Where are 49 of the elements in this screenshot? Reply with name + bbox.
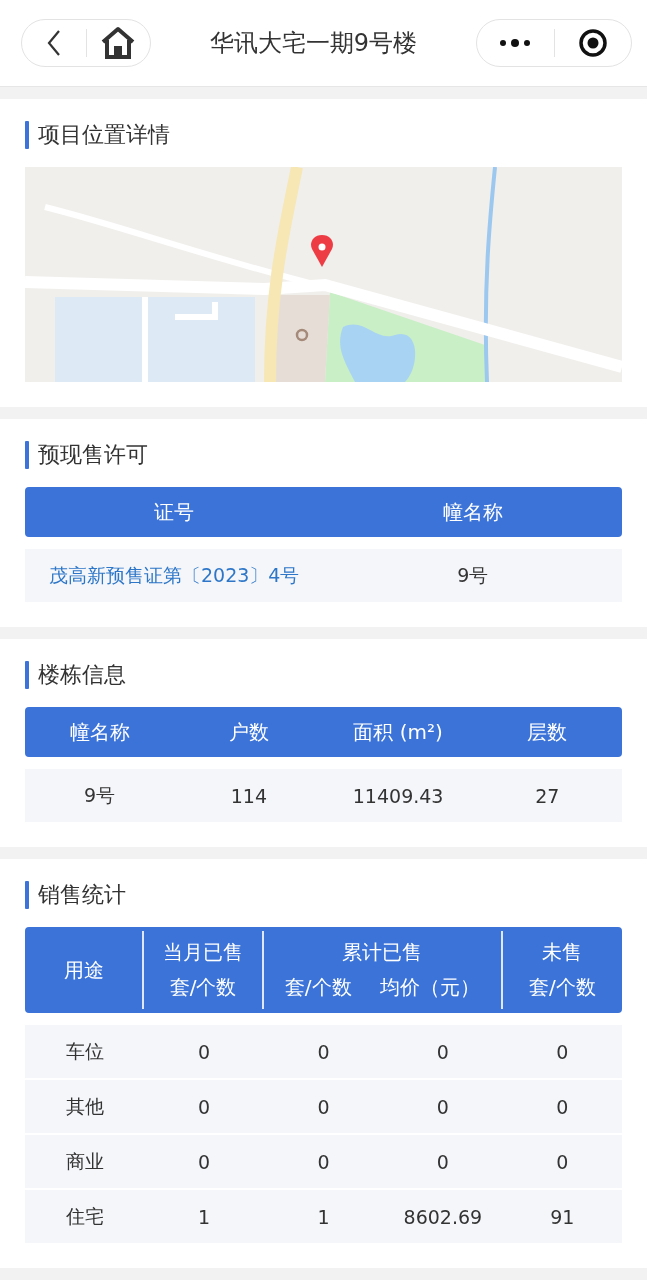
table-cell: 0 [317,1040,330,1063]
table-cell: 1 [198,1205,211,1228]
column-header: 证号 [154,498,195,526]
page-title: 华讯大宅一期9号楼 [209,28,418,59]
section-title: 项目位置详情 [38,121,170,149]
table-cell: 0 [317,1150,330,1173]
table-cell: 91 [550,1205,575,1228]
table-cell: 0 [556,1150,569,1173]
column-header: 套/个数 [284,974,352,1001]
section-title: 销售统计 [38,881,126,909]
table-cell: 0 [436,1040,449,1063]
table-cell: 0 [436,1150,449,1173]
table-cell: 0 [198,1040,211,1063]
table-cell: 8602.69 [403,1205,483,1228]
table-cell: 0 [556,1095,569,1118]
table-cell: 114 [230,784,267,807]
more-icon [499,38,532,48]
column-group-header: 累计已售 [342,939,423,966]
column-header: 面积 (m²) [353,718,443,746]
column-header: 套/个数 [528,974,596,1001]
table-cell: 车位 [65,1039,104,1062]
table-cell: 1 [317,1205,330,1228]
column-header: 幢名称 [69,718,130,746]
table-cell: 商业 [65,1149,104,1172]
column-header: 户数 [228,718,269,746]
column-group-header: 当月已售 [163,939,244,966]
table-cell: 其他 [65,1094,104,1117]
home-icon [100,26,137,60]
column-header: 幢名称 [442,498,503,526]
table-cell: 住宅 [65,1204,104,1227]
table-cell: 27 [535,784,560,807]
table-cell: 0 [198,1150,211,1173]
column-header: 层数 [527,718,568,746]
certificate-link[interactable]: 茂高新预售证第〔2023〕4号 [49,563,300,586]
section-title: 预现售许可 [38,441,148,469]
table-cell: 9号 [84,783,116,806]
table-cell: 9号 [457,563,489,586]
table-cell: 0 [556,1040,569,1063]
section-title: 楼栋信息 [38,661,126,689]
column-group-header: 未售 [542,939,583,966]
table-cell: 11409.43 [352,784,444,807]
table-cell: 0 [198,1095,211,1118]
table-cell: 0 [317,1095,330,1118]
table-cell: 0 [436,1095,449,1118]
back-icon [46,29,61,57]
column-header: 均价（元） [379,974,480,1001]
column-header: 用途 [63,956,104,984]
column-header: 套/个数 [169,974,237,1001]
target-icon [577,28,608,58]
